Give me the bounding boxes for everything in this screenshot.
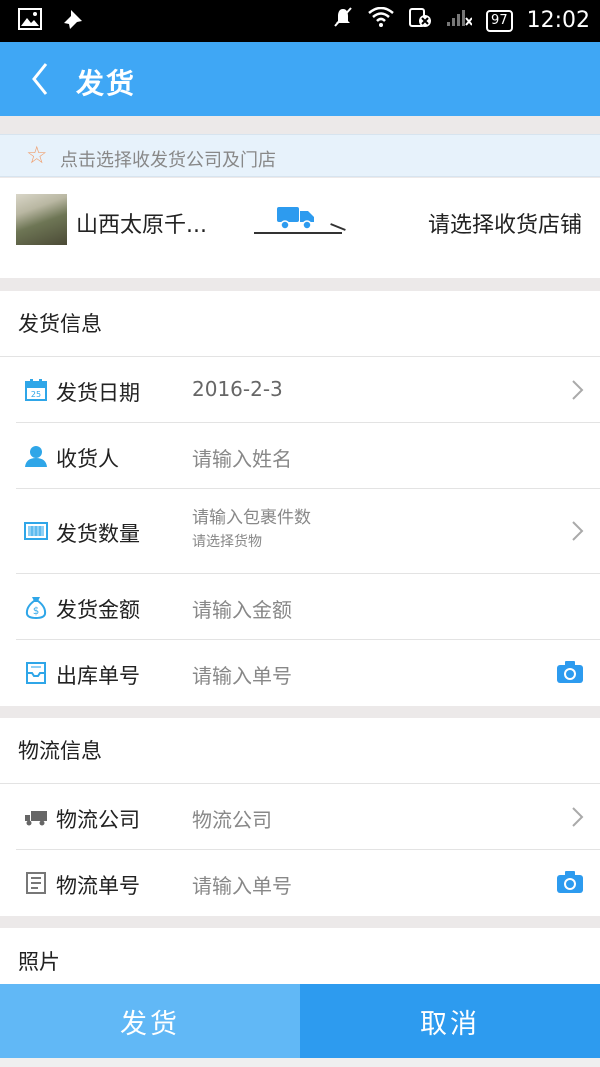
back-icon bbox=[32, 63, 48, 95]
logistics-company-select[interactable]: 物流公司 bbox=[192, 804, 272, 833]
inbox-icon bbox=[26, 662, 46, 684]
quantity-label: 发货数量 bbox=[56, 522, 140, 546]
ship-button[interactable]: 发货 bbox=[0, 984, 300, 1058]
signal-icon bbox=[446, 7, 473, 34]
person-icon bbox=[25, 446, 47, 467]
shipping-date-label: 发货日期 bbox=[56, 381, 140, 405]
tracking-number-input[interactable]: 请输入单号 bbox=[192, 870, 292, 899]
logistics-info-section: 物流信息 物流公司 物流公司 物流单号 请输入单号 bbox=[0, 718, 600, 916]
shipping-info-section: 发货信息 25 发货日期 2016-2-3 收货人 请输入姓名 发货数量 请输入… bbox=[0, 291, 600, 706]
chevron-right-icon bbox=[572, 380, 584, 400]
camera-icon[interactable] bbox=[556, 870, 584, 894]
outbound-number-input[interactable]: 请输入单号 bbox=[192, 660, 292, 689]
page-title: 发货 bbox=[76, 67, 137, 100]
photo-section: 照片 bbox=[0, 928, 600, 984]
shipping-arrow bbox=[254, 204, 348, 238]
shipping-info-title: 发货信息 bbox=[0, 291, 600, 357]
bottom-strip bbox=[0, 1058, 600, 1067]
money-bag-icon: $ bbox=[25, 597, 47, 619]
select-company-tip[interactable]: ☆ 点击选择收发货公司及门店 bbox=[0, 134, 600, 177]
svg-text:25: 25 bbox=[31, 390, 41, 399]
receiver-store-select[interactable]: 请选择收货店铺 bbox=[428, 207, 582, 239]
calendar-icon: 25 bbox=[25, 379, 47, 401]
logistics-info-title: 物流信息 bbox=[0, 718, 600, 784]
shipping-date-value: 2016-2-3 bbox=[192, 377, 283, 401]
quantity-input[interactable]: 请输入包裹件数 bbox=[192, 503, 311, 528]
wifi-icon bbox=[368, 6, 394, 34]
pin-icon bbox=[62, 8, 84, 37]
goods-select[interactable]: 请选择货物 bbox=[192, 531, 262, 551]
back-button[interactable] bbox=[22, 56, 62, 102]
svg-text:$: $ bbox=[33, 606, 39, 617]
tracking-number-label: 物流单号 bbox=[56, 874, 140, 898]
receiver-input[interactable]: 请输入姓名 bbox=[192, 443, 292, 472]
document-icon bbox=[26, 872, 46, 894]
chevron-right-icon bbox=[572, 521, 584, 541]
arrow-tip bbox=[330, 223, 346, 231]
sender-company[interactable]: 山西太原千... bbox=[76, 207, 207, 239]
amount-label: 发货金额 bbox=[56, 598, 140, 622]
amount-row[interactable]: $ 发货金额 请输入金额 bbox=[16, 574, 600, 640]
status-bar: 97 12:02 bbox=[0, 0, 600, 42]
status-time: 12:02 bbox=[526, 8, 590, 33]
truck-icon bbox=[276, 204, 316, 234]
chevron-right-icon bbox=[572, 807, 584, 827]
outbound-number-label: 出库单号 bbox=[56, 664, 140, 688]
truck-icon bbox=[25, 811, 47, 826]
cancel-button[interactable]: 取消 bbox=[300, 984, 600, 1058]
arrow-line bbox=[254, 232, 342, 234]
image-icon bbox=[18, 8, 42, 37]
quantity-row[interactable]: 发货数量 请输入包裹件数 请选择货物 bbox=[16, 489, 600, 574]
tip-text: 点击选择收发货公司及门店 bbox=[60, 150, 276, 171]
bottom-actions: 发货 取消 bbox=[0, 984, 600, 1058]
amount-input[interactable]: 请输入金额 bbox=[192, 594, 292, 623]
shipping-date-row[interactable]: 25 发货日期 2016-2-3 bbox=[16, 357, 600, 423]
battery-icon: 97 bbox=[486, 9, 513, 32]
receiver-label: 收货人 bbox=[56, 447, 119, 471]
sim-icon bbox=[408, 6, 432, 35]
camera-icon[interactable] bbox=[556, 660, 584, 684]
logistics-company-label: 物流公司 bbox=[56, 808, 140, 832]
logistics-company-row[interactable]: 物流公司 物流公司 bbox=[16, 784, 600, 850]
photo-title: 照片 bbox=[18, 950, 60, 974]
tracking-number-row[interactable]: 物流单号 请输入单号 bbox=[16, 850, 600, 916]
outbound-number-row[interactable]: 出库单号 请输入单号 bbox=[16, 640, 600, 706]
title-bar: 发货 bbox=[0, 42, 600, 116]
mute-icon bbox=[332, 6, 354, 35]
company-thumbnail bbox=[16, 194, 67, 245]
company-selector: 山西太原千... 请选择收货店铺 bbox=[0, 178, 600, 278]
box-icon bbox=[24, 522, 48, 540]
star-icon: ☆ bbox=[26, 141, 48, 169]
receiver-row[interactable]: 收货人 请输入姓名 bbox=[16, 423, 600, 489]
